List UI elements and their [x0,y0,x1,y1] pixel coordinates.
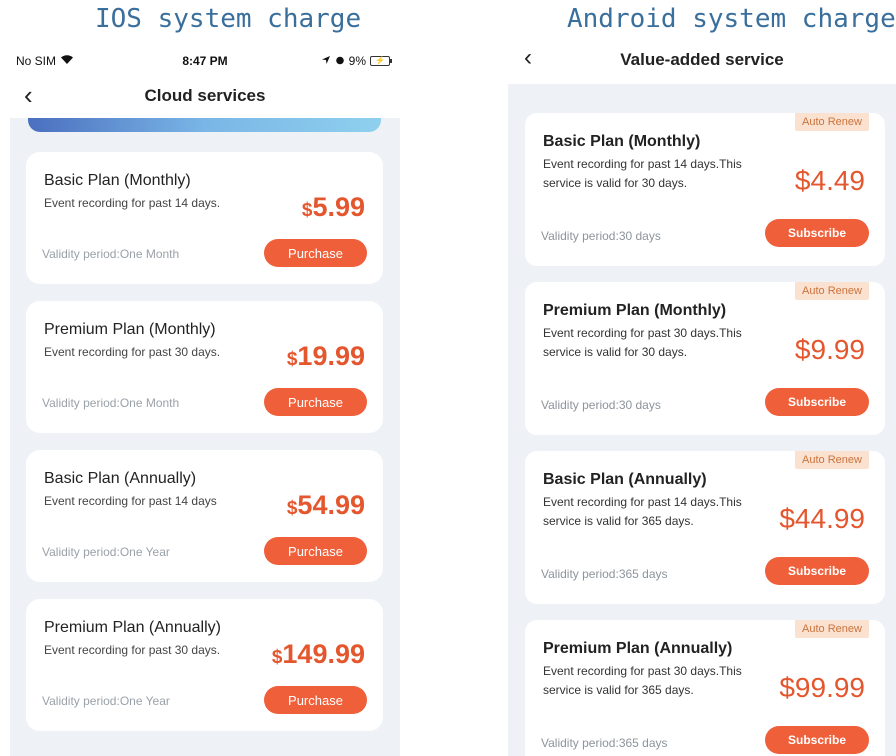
plan-description: Event recording for past 14 days.This se… [543,157,742,190]
status-right: 9% ⚡ [321,54,392,68]
plan-name: Premium Plan (Annually) [543,640,733,657]
plan-name: Basic Plan (Monthly) [543,133,701,150]
plan-card: Auto Renew Premium Plan (Annually) Event… [525,620,885,756]
plan-card: Premium Plan (Monthly) Event recording f… [26,301,383,433]
plan-name: Basic Plan (Monthly) [44,172,191,189]
plan-description: Event recording for past 14 days [44,494,217,508]
plan-validity: Validity period:365 days [541,736,668,750]
android-screen: ‹ Value-added service Auto Renew Basic P… [508,46,896,756]
battery-charging-icon: ⚡ [370,56,392,66]
plan-description: Event recording for past 30 days.This se… [543,664,742,697]
price-currency: $ [271,647,283,668]
purchase-button[interactable]: Purchase [264,686,367,714]
battery-percent: 9% [348,54,366,68]
plan-validity: Validity period:30 days [541,398,661,412]
plan-description: Event recording for past 30 days. [44,345,221,359]
ios-nav-bar: ‹ Cloud services [10,82,400,112]
auto-renew-badge: Auto Renew [795,282,869,300]
plan-price: $4.49 [794,165,865,196]
ios-plan-list: Basic Plan (Monthly) Event recording for… [10,118,400,756]
alarm-icon [335,54,345,68]
plan-description: Event recording for past 14 days.This se… [543,495,742,528]
plan-card: Basic Plan (Monthly) Event recording for… [26,152,383,284]
android-caption: Android system charge [567,4,896,34]
auto-renew-badge: Auto Renew [795,451,869,469]
page-title: Cloud services [144,86,266,105]
plan-name: Basic Plan (Annually) [44,470,197,487]
plan-validity: Validity period:365 days [541,567,668,581]
page-title: Value-added service [620,50,784,69]
plan-name: Premium Plan (Monthly) [543,302,727,319]
location-arrow-icon [321,54,331,68]
plan-price: $5.99 [302,192,365,223]
status-bar: No SIM 8:47 PM 9% ⚡ [10,52,400,72]
subscribe-button[interactable]: Subscribe [765,726,869,754]
plan-price: $54.99 [287,490,365,521]
plan-card: Premium Plan (Annually) Event recording … [26,599,383,731]
plan-name: Premium Plan (Annually) [44,619,221,636]
plan-name: Basic Plan (Annually) [543,471,707,488]
android-plan-list: Auto Renew Basic Plan (Monthly) Event re… [508,84,896,756]
plan-price: $19.99 [287,341,365,372]
plan-name: Premium Plan (Monthly) [44,321,216,338]
price-currency: $ [301,200,313,221]
plan-description: Event recording for past 30 days. [44,643,221,657]
ios-screen: No SIM 8:47 PM 9% ⚡ ‹ Cloud services Bas… [10,46,400,756]
header-banner [28,118,381,132]
price-amount: 19.99 [297,341,365,371]
ios-caption: IOS system charge [95,4,362,34]
plan-card: Basic Plan (Annually) Event recording fo… [26,450,383,582]
price-currency: $ [286,498,298,519]
plan-price: $99.99 [779,672,865,703]
subscribe-button[interactable]: Subscribe [765,388,869,416]
android-nav-bar: ‹ Value-added service [508,46,896,76]
plan-description: Event recording for past 30 days.This se… [543,326,742,359]
plan-price: $9.99 [794,334,865,365]
plan-card: Auto Renew Premium Plan (Monthly) Event … [525,282,885,435]
subscribe-button[interactable]: Subscribe [765,557,869,585]
plan-card: Auto Renew Basic Plan (Annually) Event r… [525,451,885,604]
plan-validity: Validity period:One Month [42,247,180,261]
purchase-button[interactable]: Purchase [264,537,367,565]
plan-description: Event recording for past 14 days. [44,196,221,210]
plan-validity: Validity period:One Year [42,545,170,559]
plan-validity: Validity period:One Month [42,396,180,410]
plan-validity: Validity period:30 days [541,229,661,243]
price-amount: 5.99 [312,192,365,222]
plan-validity: Validity period:One Year [42,694,170,708]
plan-price: $149.99 [272,639,365,670]
auto-renew-badge: Auto Renew [795,113,869,131]
purchase-button[interactable]: Purchase [264,239,367,267]
plan-price: $44.99 [779,503,865,534]
auto-renew-badge: Auto Renew [795,620,869,638]
plan-card: Auto Renew Basic Plan (Monthly) Event re… [525,113,885,266]
price-amount: 149.99 [282,639,365,669]
subscribe-button[interactable]: Subscribe [765,219,869,247]
price-currency: $ [286,349,298,370]
purchase-button[interactable]: Purchase [264,388,367,416]
price-amount: 54.99 [297,490,365,520]
